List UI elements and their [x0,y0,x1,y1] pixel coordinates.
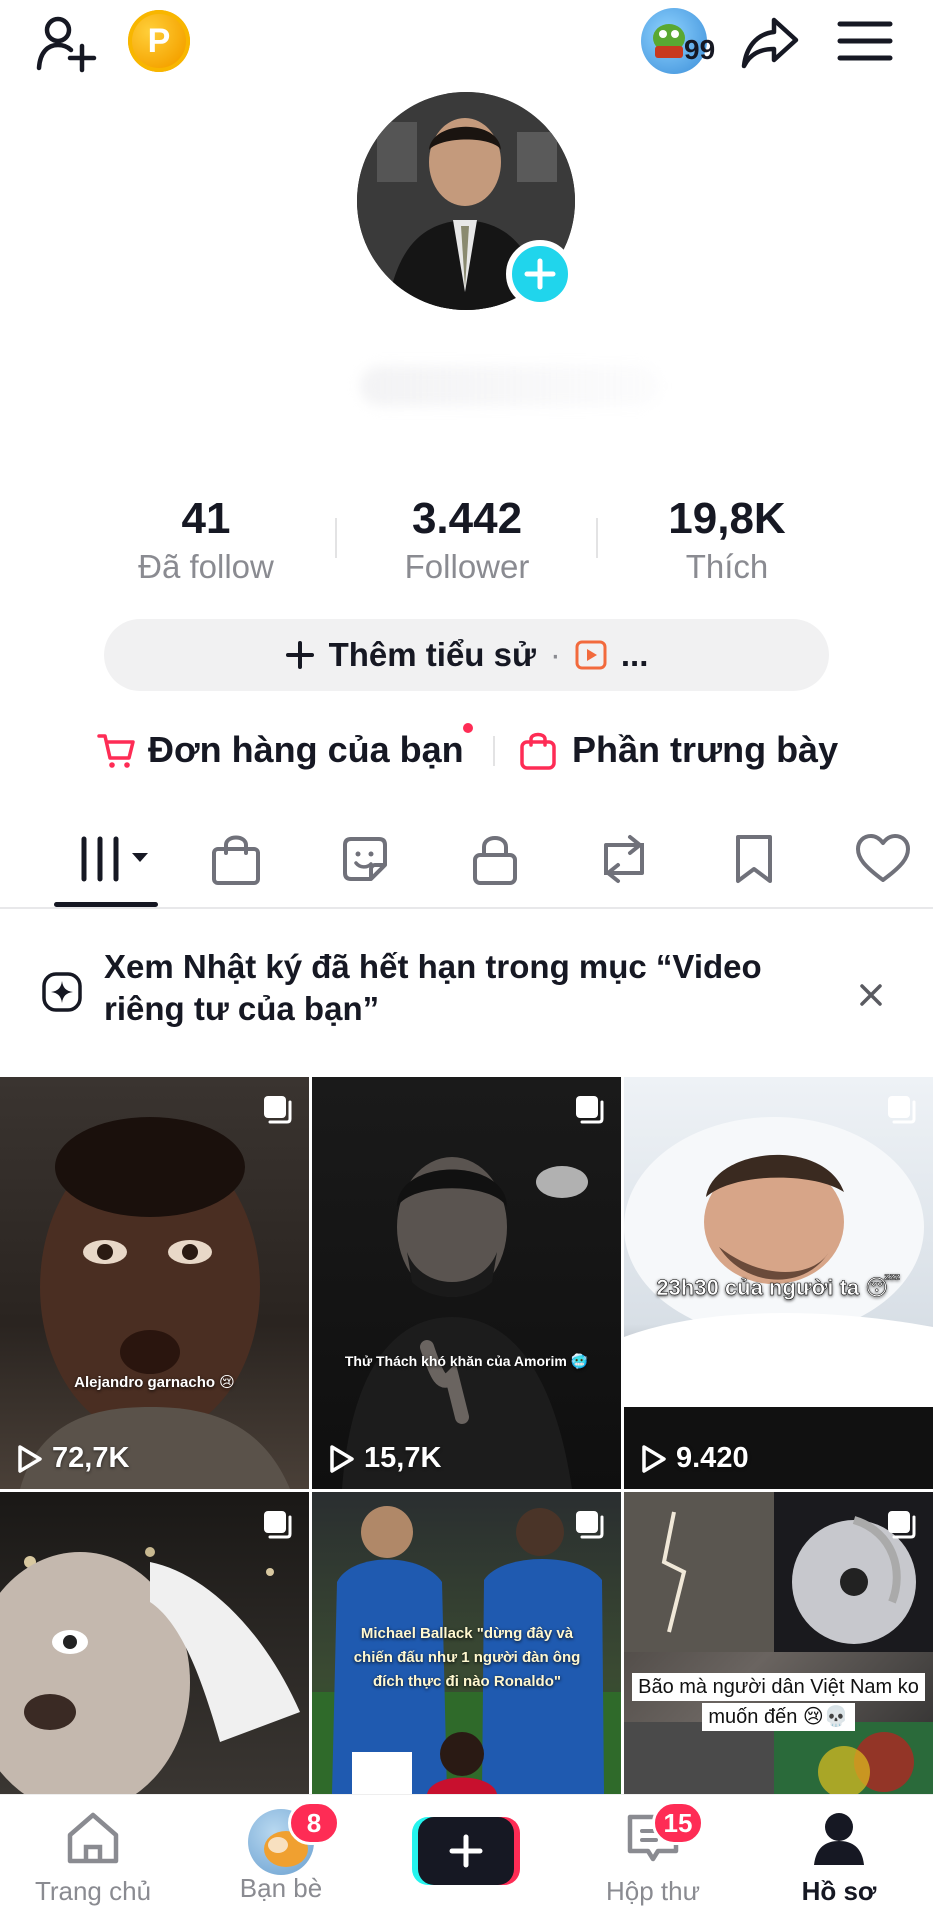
multi-photo-icon [888,1096,916,1124]
profile-tabs [0,812,933,908]
repost-icon [604,835,644,883]
grid-icon [81,836,148,882]
menu-icon[interactable] [836,16,894,66]
nav-friends[interactable]: Bạn bè 8 [196,1801,366,1904]
tab-private[interactable] [460,824,530,894]
stat-label: Thích [685,548,769,585]
multi-photo-icon [264,1511,292,1539]
view-count-value: 9.420 [676,1442,749,1474]
stat-divider [335,518,337,558]
friend-activity-count: 99 [684,34,716,65]
video-caption-box: Bão mà người dân Việt Nam ko muốn đến 😢💀 [626,1672,931,1732]
video-tile[interactable]: Michael Ballack "dừng đây và chiến đấu n… [312,1492,621,1794]
bottom-navigation: Trang chủ Bạn bè 8 Hộp thư 15 Hồ sơ [0,1794,933,1921]
video-thumbnail [342,1157,588,1489]
stat-following[interactable]: 41 Đã follow [91,494,321,588]
stat-label: Follower [404,548,530,585]
nav-profile[interactable]: Hồ sơ [754,1809,924,1907]
tab-liked[interactable] [848,824,918,894]
orders-notification-dot [463,723,473,733]
view-count-value: 15,7K [364,1442,442,1474]
tab-favorites[interactable] [719,824,789,894]
inbox-badge: 15 [652,1801,704,1845]
heart-icon [856,834,910,882]
banner-text: Xem Nhật ký đã hết hạn trong mục “Video … [104,948,762,1027]
bio-separator: · [549,636,561,673]
stat-label: Đã follow [138,548,274,585]
orders-divider [493,736,495,766]
tab-videos[interactable] [72,824,156,894]
video-caption: Michael Ballack "dừng đây và chiến đấu n… [353,1625,581,1690]
add-bio-label: Thêm tiểu sử [328,636,536,673]
blurred-username [360,366,660,406]
cart-icon [97,734,135,768]
close-icon[interactable] [854,978,888,1012]
tab-reposts[interactable] [589,824,659,894]
multi-photo-icon [576,1096,604,1124]
multi-photo-icon [576,1511,604,1539]
nav-profile-label: Hồ sơ [801,1876,877,1906]
play-icon [18,1444,42,1473]
add-avatar-button[interactable] [506,240,574,308]
top-bar: P 99 [0,0,933,90]
bio-more: ... [620,636,649,673]
nav-friends-label: Bạn bè [239,1873,323,1903]
coin-icon[interactable]: P [128,10,190,72]
play-icon [642,1444,666,1473]
share-icon[interactable] [738,10,802,74]
view-count: 72,7K [16,1442,129,1475]
home-icon [67,1812,119,1864]
multi-photo-icon [888,1511,916,1539]
lock-icon [473,836,517,885]
create-button[interactable] [410,1815,522,1887]
view-count-value: 72,7K [52,1442,130,1474]
stat-value: 41 [181,494,231,543]
video-caption: 23h30 của người ta 😴 [656,1275,901,1301]
plus-icon [285,641,314,669]
video-thumbnail [20,1117,290,1489]
video-caption: Alejandro garnacho 😢 [74,1374,235,1391]
multi-photo-icon [264,1096,292,1124]
orders-button[interactable]: Đơn hàng của bạn [96,722,464,778]
add-bio-button[interactable]: Thêm tiểu sử · ... [104,619,829,691]
create-plus-icon [412,1817,520,1885]
add-friend-icon[interactable] [34,10,100,76]
expired-stories-banner[interactable]: Xem Nhật ký đã hết hạn trong mục “Video … [0,910,933,1075]
friends-badge: 8 [288,1801,340,1845]
showcase-button[interactable]: Phần trưng bày [518,722,838,778]
view-count: 9.420 [640,1442,749,1475]
video-tile[interactable]: Bão mà người dân Việt Nam ko muốn đến 😢💀 [624,1492,933,1794]
nav-inbox[interactable]: Hộp thư 15 [568,1801,738,1907]
showcase-label: Phần trưng bày [572,729,839,770]
video-tile[interactable] [0,1492,309,1794]
nav-home[interactable]: Trang chủ [8,1809,178,1907]
tab-stickers[interactable] [330,824,400,894]
video-play-icon [575,640,607,670]
play-icon [330,1444,354,1473]
profile-icon [814,1813,864,1865]
nav-inbox-label: Hộp thư [605,1876,700,1906]
view-count: 15,7K [328,1442,441,1475]
tabs-divider [0,907,933,909]
tab-shop[interactable] [201,824,271,894]
orders-label: Đơn hàng của bạn [148,729,464,770]
video-tile[interactable]: Thử Thách khó khăn của Amorim 🥶 15,7K [312,1077,621,1489]
stat-divider [596,518,598,558]
nav-home-label: Trang chủ [34,1876,152,1906]
bookmark-icon [736,835,772,883]
coin-letter: P [147,21,171,60]
stat-value: 3.442 [411,494,523,543]
shop-bag-icon [212,835,260,885]
video-caption: Thử Thách khó khăn của Amorim 🥶 [344,1353,589,1369]
stat-likes[interactable]: 19,8K Thích [612,494,842,588]
stat-value: 19,8K [668,494,786,543]
stat-followers[interactable]: 3.442 Follower [352,494,582,588]
video-caption: Bão mà người dân Việt Nam ko muốn đến 😢💀 [632,1673,925,1731]
shopping-bag-icon [520,732,556,770]
sticker-icon [343,837,387,881]
sparkle-icon [40,970,84,1014]
video-tile[interactable]: 23h30 của người ta 😴 9.420 [624,1077,933,1489]
video-tile[interactable]: Alejandro garnacho 😢 72,7K [0,1077,309,1489]
